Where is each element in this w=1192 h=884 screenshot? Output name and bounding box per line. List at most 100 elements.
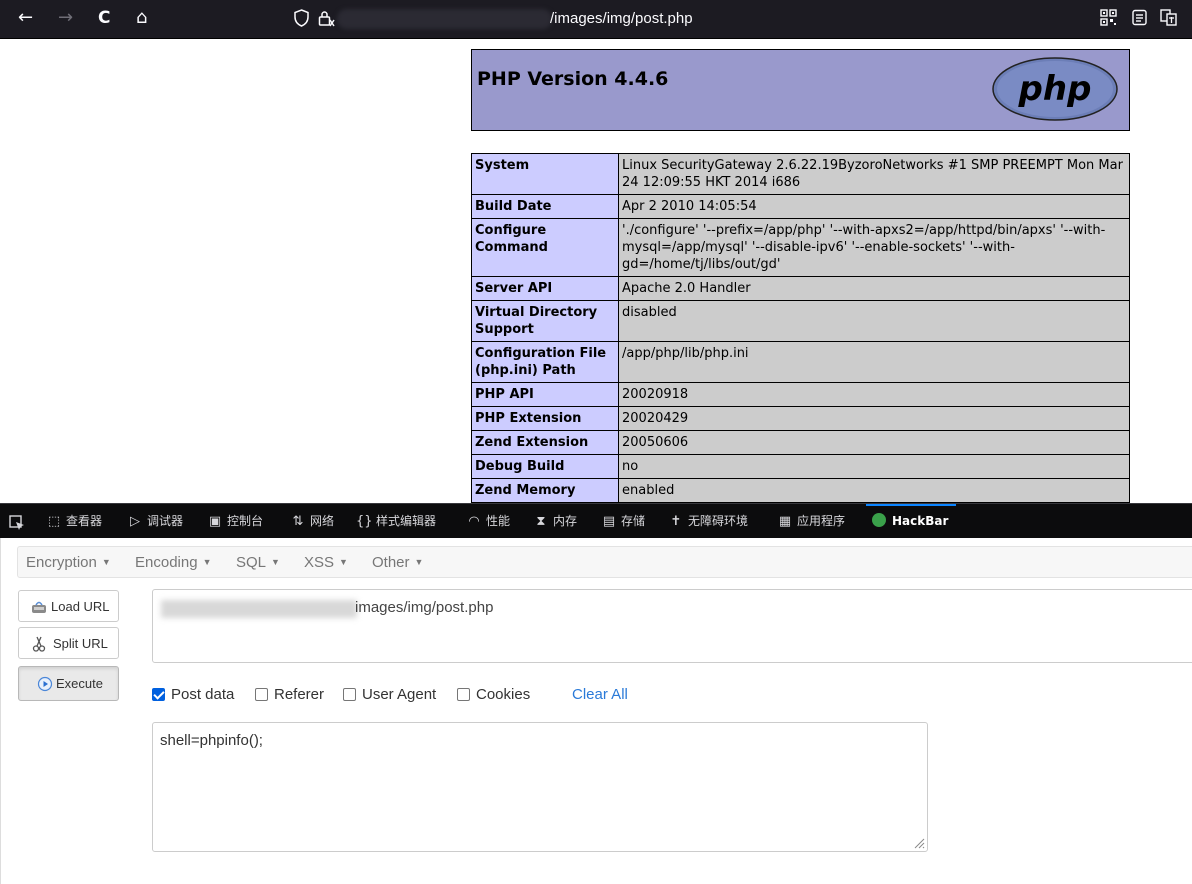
element-picker-icon[interactable] xyxy=(9,515,25,531)
hackbar-menu-label: XSS xyxy=(304,554,335,571)
style-editor-icon: {} xyxy=(356,514,373,529)
load-url-label: Load URL xyxy=(51,599,110,614)
phpinfo-key: System xyxy=(471,153,619,195)
hackbar-menu[interactable]: XSS ▼ xyxy=(304,552,348,573)
caret-down-icon: ▼ xyxy=(101,557,111,567)
devtools-tab[interactable]: ⧗ 内存 xyxy=(533,512,577,531)
phpinfo-row: Build Date Apr 2 2010 14:05:54 xyxy=(471,194,1130,219)
phpinfo-row: System Linux SecurityGateway 2.6.22.19Byz… xyxy=(471,153,1130,195)
hackbar-menu[interactable]: Encoding ▼ xyxy=(135,552,211,573)
phpinfo-row: Configure Command './configure' '--prefix… xyxy=(471,218,1130,277)
devtools-tab[interactable]: ▣ 控制台 xyxy=(207,512,263,531)
address-bar[interactable]: /images/img/post.php xyxy=(285,5,1085,33)
option-checkbox[interactable]: User Agent xyxy=(343,685,436,705)
lock-icon[interactable] xyxy=(317,9,335,27)
devtools-tab[interactable]: {} 样式编辑器 xyxy=(356,512,436,531)
devtools-tab[interactable]: ▤ 存储 xyxy=(601,512,645,531)
phpinfo-row: Configuration File (php.ini) Path/app/ph… xyxy=(471,341,1130,383)
clear-all-link[interactable]: Clear All xyxy=(572,685,628,705)
hackbar-menu[interactable]: Encryption ▼ xyxy=(26,552,111,573)
php-version-title: PHP Version 4.4.6 xyxy=(477,68,669,90)
split-url-button[interactable]: Split URL xyxy=(18,627,119,659)
hackbar-icon xyxy=(872,513,886,527)
reader-view-icon[interactable] xyxy=(1131,9,1148,26)
hackbar-menu[interactable]: SQL ▼ xyxy=(236,552,280,573)
devtools-tab[interactable]: ⇅ 网络 xyxy=(290,512,334,531)
play-circle-icon xyxy=(37,676,53,692)
devtools-tab[interactable]: ✝ 无障碍环境 xyxy=(668,512,748,531)
hackbar-menu[interactable]: Other ▼ xyxy=(372,552,423,573)
post-data-textarea[interactable]: shell=phpinfo(); xyxy=(152,722,928,852)
devtools-tab[interactable]: HackBar xyxy=(872,512,948,530)
back-arrow-icon[interactable]: ← xyxy=(18,7,33,29)
devtools-tabbar: ⬚ 查看器 ▷ 调试器 ▣ 控制台 ⇅ 网络 {} 样式编辑器 ◠ 性能 ⧗ 内存 ▤ 存储 ✝ 无障碍环境 ▦ 应用… xyxy=(0,503,1192,538)
phpinfo-value: Linux SecurityGateway 2.6.22.19ByzoroNet… xyxy=(618,153,1130,195)
phpinfo-row: Debug Build no xyxy=(471,454,1130,479)
translate-icon[interactable] xyxy=(1160,9,1177,26)
caret-down-icon: ▼ xyxy=(271,557,280,567)
option-label: Cookies xyxy=(476,686,531,703)
home-icon[interactable]: ⌂ xyxy=(136,7,147,29)
reload-icon[interactable]: C xyxy=(98,7,110,29)
phpinfo-key: Server API xyxy=(471,276,619,301)
phpinfo-value: 20020429 xyxy=(618,406,1130,431)
devtools-tab-label: HackBar xyxy=(892,514,949,528)
phpinfo-value: './configure' '--prefix=/app/php' '--wit… xyxy=(618,218,1130,277)
php-logo: php xyxy=(992,57,1118,121)
devtools-tab[interactable]: ▦ 应用程序 xyxy=(777,512,845,531)
phpinfo-key: Virtual Directory Support xyxy=(471,300,619,342)
checkbox-unchecked-icon[interactable] xyxy=(343,688,356,701)
phpinfo-row: Zend Extension 20050606 xyxy=(471,430,1130,455)
shield-icon[interactable] xyxy=(293,9,310,27)
devtools-tab-label: 调试器 xyxy=(147,514,184,528)
application-icon: ▦ xyxy=(778,514,792,529)
devtools-tab-label: 无障碍环境 xyxy=(688,514,749,528)
qr-code-icon[interactable] xyxy=(1100,9,1117,26)
phpinfo-value: no xyxy=(618,454,1130,479)
devtools-tab[interactable]: ▷ 调试器 xyxy=(127,512,183,531)
php-logo-text: php xyxy=(1018,69,1092,109)
resize-grip-icon[interactable] xyxy=(913,837,925,849)
phpinfo-value: 20050606 xyxy=(618,430,1130,455)
devtools-tab-label: 应用程序 xyxy=(797,514,846,528)
split-url-label: Split URL xyxy=(53,636,108,651)
url-textarea[interactable]: images/img/post.php xyxy=(152,589,1192,663)
memory-icon: ⧗ xyxy=(536,514,546,529)
devtools-tab-label: 性能 xyxy=(486,514,511,528)
url-text[interactable]: /images/img/post.php xyxy=(550,8,693,30)
option-checkbox[interactable]: Post data xyxy=(152,685,234,705)
load-url-icon xyxy=(32,601,46,613)
phpinfo-key: Debug Build xyxy=(471,454,619,479)
option-checkbox[interactable]: Cookies xyxy=(457,685,530,705)
caret-down-icon: ▼ xyxy=(202,557,212,567)
active-tab-indicator xyxy=(866,504,956,506)
load-url-button[interactable]: Load URL xyxy=(18,590,119,622)
phpinfo-key: PHP Extension xyxy=(471,406,619,431)
phpinfo-row: PHP Extension 20020429 xyxy=(471,406,1130,431)
phpinfo-value: 20020918 xyxy=(618,382,1130,407)
option-label: Referer xyxy=(274,686,325,703)
devtools-tab-label: 控制台 xyxy=(227,514,264,528)
checkbox-checked-icon[interactable] xyxy=(152,688,165,701)
devtools-tab[interactable]: ◠ 性能 xyxy=(466,512,510,531)
browser-toolbar: ← → C ⌂ /images/img/post.php xyxy=(0,0,1192,39)
option-checkbox[interactable]: Referer xyxy=(255,685,324,705)
forward-arrow-icon[interactable]: → xyxy=(58,7,73,29)
phpinfo-key: PHP API xyxy=(471,382,619,407)
phpinfo-key: Configuration File (php.ini) Path xyxy=(471,341,619,383)
hackbar-menu-label: Encoding xyxy=(135,554,198,571)
execute-button[interactable]: Execute xyxy=(18,666,119,701)
console-icon: ▣ xyxy=(208,514,222,529)
checkbox-unchecked-icon[interactable] xyxy=(457,688,470,701)
execute-label: Execute xyxy=(56,676,103,691)
phpinfo-key: Configure Command xyxy=(471,218,619,277)
url-redacted xyxy=(337,9,552,29)
checkbox-unchecked-icon[interactable] xyxy=(255,688,268,701)
phpinfo-row: Zend Memory enabled xyxy=(471,478,1130,503)
devtools-tab-label: 内存 xyxy=(553,514,578,528)
devtools-tab[interactable]: ⬚ 查看器 xyxy=(46,512,102,531)
hackbar-menu-label: SQL xyxy=(236,554,267,571)
network-icon: ⇅ xyxy=(292,514,304,529)
phpinfo-row: Virtual Directory Support disabled xyxy=(471,300,1130,342)
url-value: images/img/post.php xyxy=(355,599,494,616)
